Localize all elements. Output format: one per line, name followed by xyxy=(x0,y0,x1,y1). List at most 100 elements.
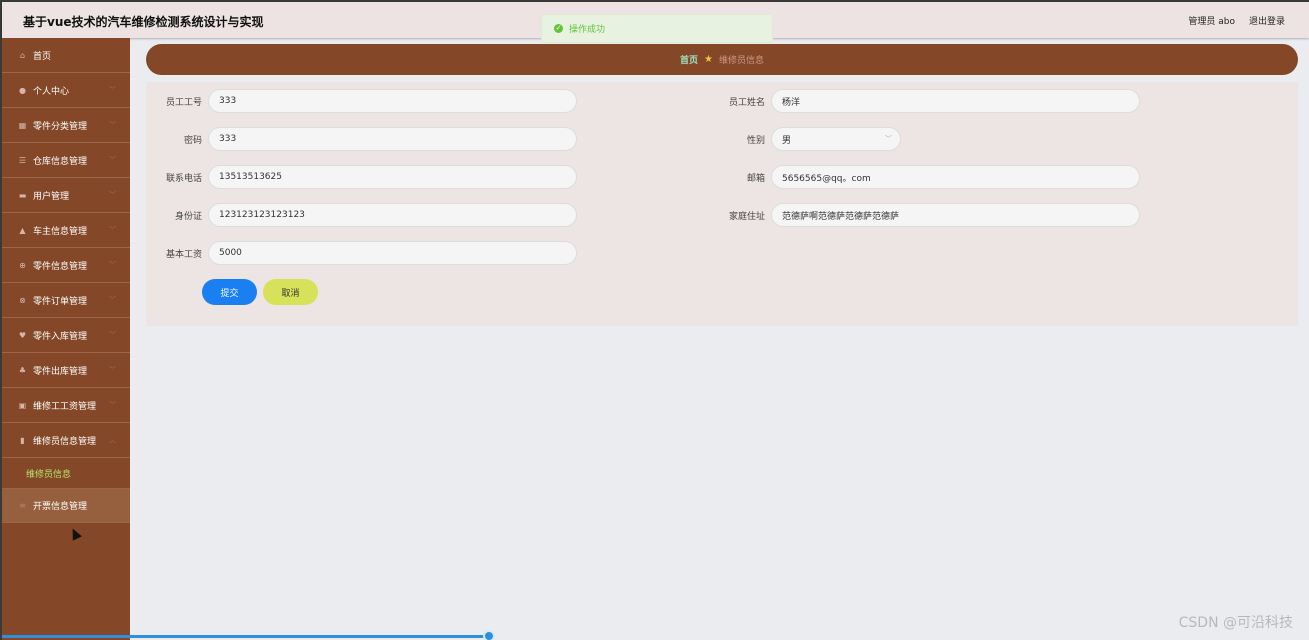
address-field: 家庭住址 范德萨啊范德萨范德萨范德萨 xyxy=(715,203,1140,227)
sidebar-item-label: 零件入库管理 xyxy=(33,331,88,342)
gender-select[interactable]: 男 ﹀ xyxy=(771,127,901,151)
chevron-up-icon: ︿ xyxy=(109,436,116,444)
monitor-icon: ▬ xyxy=(18,190,27,200)
sidebar-item-label: 零件分类管理 xyxy=(33,121,88,132)
sidebar-item-mechanic-info[interactable]: ▮ 维修员信息管理 ︿ xyxy=(2,423,130,458)
email-field: 邮箱 5656565@qq。com xyxy=(715,165,1140,189)
sidebar-item-label: 零件订单管理 xyxy=(33,296,88,307)
sidebar-item-personal-center[interactable]: ● 个人中心 ﹀ xyxy=(2,73,130,108)
employee-no-input[interactable]: 333 xyxy=(208,89,577,113)
submit-button[interactable]: 提交 xyxy=(202,279,257,305)
sidebar-item-part-order[interactable]: ⊗ 零件订单管理 ﹀ xyxy=(2,283,130,318)
phone-label: 联系电话 xyxy=(165,173,202,184)
id-card-input[interactable]: 123123123123123 xyxy=(208,203,577,227)
salary-field: 基本工资 5000 xyxy=(152,241,577,265)
sidebar-item-label: 开票信息管理 xyxy=(33,502,88,512)
mechanic-form: 员工工号 333 员工姓名 杨洋 密码 333 性别 男 ﹀ 联系电话 1351… xyxy=(146,82,1298,326)
chevron-down-icon: ﹀ xyxy=(109,156,116,164)
sidebar-item-home[interactable]: ⌂ 首页 xyxy=(2,38,130,73)
gender-field: 性别 男 ﹀ xyxy=(715,127,901,151)
password-label: 密码 xyxy=(183,135,202,146)
sidebar-item-label: 零件出库管理 xyxy=(33,366,88,377)
phone-field: 联系电话 13513513625 xyxy=(152,165,577,189)
chevron-down-icon: ﹀ xyxy=(109,121,116,129)
sidebar-item-label: 个人中心 xyxy=(33,86,70,97)
globe-icon: ⊗ xyxy=(19,295,26,305)
salary-input[interactable]: 5000 xyxy=(208,241,577,265)
header-user-area: 管理员 abo 退出登录 xyxy=(1188,14,1285,27)
gender-value: 男 xyxy=(782,135,792,146)
briefcase-icon: ▣ xyxy=(18,400,27,410)
phone-value: 13513513625 xyxy=(219,172,282,182)
phone-input[interactable]: 13513513625 xyxy=(208,165,577,189)
home-icon: ⌂ xyxy=(19,50,26,60)
address-input[interactable]: 范德萨啊范德萨范德萨范德萨 xyxy=(771,203,1140,227)
sidebar-item-label: 维修工工资管理 xyxy=(33,401,97,412)
sidebar-item-label: 仓库信息管理 xyxy=(33,156,88,167)
sidebar-subitem-label: 维修员信息 xyxy=(26,469,72,480)
user-icon: ● xyxy=(19,85,26,95)
playback-progress-bar[interactable] xyxy=(2,635,490,638)
email-value: 5656565@qq。com xyxy=(782,173,871,184)
employee-name-field: 员工姓名 杨洋 xyxy=(715,89,1140,113)
grid-icon: ▦ xyxy=(18,120,27,130)
sidebar-item-part-outbound[interactable]: ♣ 零件出库管理 ﹀ xyxy=(2,353,130,388)
sidebar-item-part-inbound[interactable]: ♥ 零件入库管理 ﹀ xyxy=(2,318,130,353)
admin-user-label[interactable]: 管理员 abo xyxy=(1188,14,1235,27)
chevron-down-icon: ﹀ xyxy=(109,191,116,199)
password-value: 333 xyxy=(219,134,237,144)
salary-label: 基本工资 xyxy=(165,249,202,260)
address-value: 范德萨啊范德萨范德萨范德萨 xyxy=(782,211,900,222)
toast-message: 操作成功 xyxy=(569,25,606,35)
sidebar-item-part-info[interactable]: ⊕ 零件信息管理 ﹀ xyxy=(2,248,130,283)
chat-bubble-icon: ♣ xyxy=(18,365,27,375)
circle-plus-icon: ⊕ xyxy=(19,260,26,270)
employee-name-input[interactable]: 杨洋 xyxy=(771,89,1140,113)
cancel-button[interactable]: 取消 xyxy=(263,279,318,305)
sidebar-item-users[interactable]: ▬ 用户管理 ﹀ xyxy=(2,178,130,213)
sidebar-item-label: 车主信息管理 xyxy=(33,226,88,237)
app-title: 基于vue技术的汽车维修检测系统设计与实现 xyxy=(23,15,264,29)
breadcrumb: 首页 ★ 维修员信息 xyxy=(146,44,1298,75)
email-input[interactable]: 5656565@qq。com xyxy=(771,165,1140,189)
breadcrumb-home-link[interactable]: 首页 xyxy=(680,53,698,66)
bars-icon: ≡ xyxy=(19,501,26,510)
logout-button[interactable]: 退出登录 xyxy=(1249,14,1285,27)
chevron-down-icon: ﹀ xyxy=(109,226,116,234)
email-label: 邮箱 xyxy=(746,173,765,184)
sidebar-item-mechanic-salary[interactable]: ▣ 维修工工资管理 ﹀ xyxy=(2,388,130,423)
sidebar-item-warehouse[interactable]: ☰ 仓库信息管理 ﹀ xyxy=(2,143,130,178)
chevron-down-icon: ﹀ xyxy=(109,261,116,269)
star-icon: ★ xyxy=(704,54,713,65)
chevron-down-icon: ﹀ xyxy=(109,86,116,94)
success-toast: ✓ 操作成功 xyxy=(541,14,773,43)
chevron-down-icon: ﹀ xyxy=(109,331,116,339)
chevron-down-icon: ﹀ xyxy=(109,401,116,409)
progress-handle[interactable] xyxy=(483,630,495,640)
password-input[interactable]: 333 xyxy=(208,127,577,151)
employee-no-value: 333 xyxy=(219,96,237,106)
bar-chart-icon: ▮ xyxy=(20,435,25,445)
salary-value: 5000 xyxy=(219,248,242,258)
sidebar-item-car-owner[interactable]: ▲ 车主信息管理 ﹀ xyxy=(2,213,130,248)
sidebar-subitem-mechanic-info[interactable]: 维修员信息 xyxy=(2,458,130,488)
id-card-label: 身份证 xyxy=(174,211,202,222)
employee-no-field: 员工工号 333 xyxy=(152,89,577,113)
employee-name-label: 员工姓名 xyxy=(728,97,765,108)
chevron-down-icon: ﹀ xyxy=(885,135,892,143)
list-icon: ☰ xyxy=(18,155,27,165)
sidebar-item-part-category[interactable]: ▦ 零件分类管理 ﹀ xyxy=(2,108,130,143)
id-card-value: 123123123123123 xyxy=(219,210,305,220)
employee-name-value: 杨洋 xyxy=(782,97,801,108)
address-label: 家庭住址 xyxy=(728,211,765,222)
gender-label: 性别 xyxy=(746,135,765,146)
success-check-icon: ✓ xyxy=(554,24,563,33)
password-field: 密码 333 xyxy=(152,127,577,151)
chevron-down-icon: ﹀ xyxy=(109,366,116,374)
sidebar-item-invoice[interactable]: ≡ 开票信息管理 xyxy=(2,488,130,523)
employee-no-label: 员工工号 xyxy=(165,97,202,108)
breadcrumb-current: 维修员信息 xyxy=(718,56,764,66)
sidebar-menu: ⌂ 首页 ● 个人中心 ﹀ ▦ 零件分类管理 ﹀ ☰ 仓库信息管理 ﹀ ▬ 用户… xyxy=(2,38,130,640)
location-pin-icon: ♥ xyxy=(18,330,27,340)
sidebar-item-label: 维修员信息管理 xyxy=(33,436,97,447)
